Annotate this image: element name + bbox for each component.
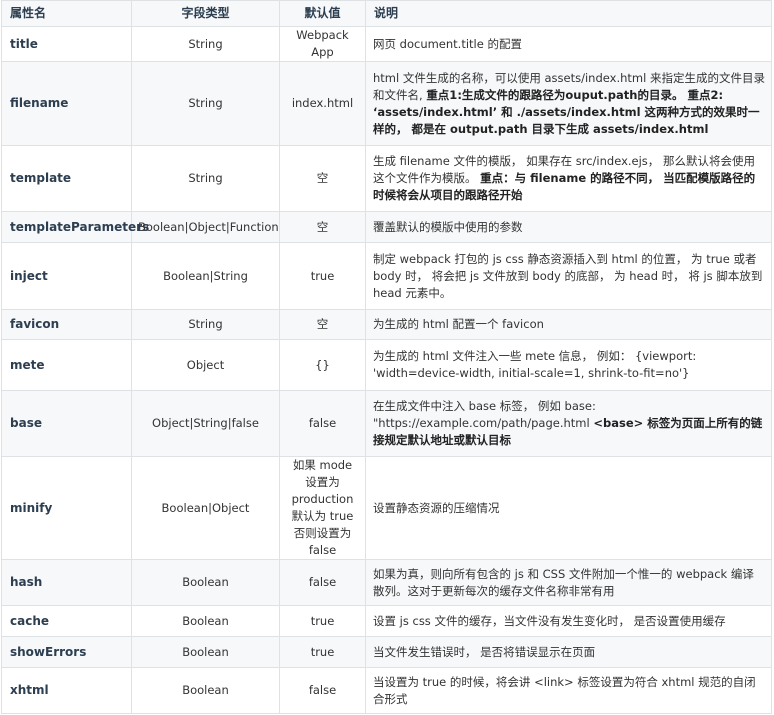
table-row: minify Boolean|Object 如果 mode 设置为 producti… (1, 456, 772, 560)
options-table: 属性名 字段类型 默认值 说明 title String Webpack App 网页… (1, 0, 772, 714)
header-attribute-name: 属性名 (1, 0, 132, 27)
header-description: 说明 (365, 0, 772, 27)
cell-field-type: Boolean (131, 559, 280, 606)
cell-field-type: String (131, 26, 280, 62)
description-text: 为生成的 html 文件注入一些 mete 信息， 例如： {viewport:… (373, 349, 697, 380)
cell-description: 制定 webpack 打包的 js css 静态资源插入到 html 的位置， … (365, 242, 772, 310)
cell-description: 设置静态资源的压缩情况 (365, 456, 772, 560)
description-text: 网页 document.title 的配置 (373, 36, 522, 51)
cell-attribute-name: base (1, 390, 132, 457)
header-field-type: 字段类型 (131, 0, 280, 27)
cell-default-value: true (279, 242, 366, 310)
cell-attribute-name: title (1, 26, 132, 62)
cell-default-value: false (279, 559, 366, 606)
description-text: 为生成的 html 配置一个 favicon (373, 317, 544, 331)
description-text: 覆盖默认的模版中使用的参数 (373, 219, 523, 234)
table-row: cache Boolean true 设置 js css 文件的缓存，当文件没有发生变… (1, 605, 772, 637)
cell-default-value: 空 (279, 211, 366, 243)
cell-default-value: false (279, 667, 366, 714)
cell-default-value: Webpack App (279, 26, 366, 62)
cell-field-type: String (131, 309, 280, 340)
cell-description: 在生成文件中注入 base 标签， 例如 base: "https://exam… (365, 390, 772, 457)
cell-default-value: false (279, 390, 366, 457)
table-row: favicon String 空为生成的 html 配置一个 favicon (1, 309, 772, 340)
table-row: showErrors Boolean true 当文件发生错误时， 是否将错误显示在页… (1, 636, 772, 668)
cell-field-type: Boolean (131, 667, 280, 714)
cell-attribute-name: cache (1, 605, 132, 637)
cell-description: html 文件生成的名称，可以使用 assets/index.html 来指定生… (365, 61, 772, 146)
table-row: inject Boolean|String true 制定 webpack 打包的 j… (1, 242, 772, 310)
table-row: mete Object{} 为生成的 html 文件注入一些 mete 信息， 例如… (1, 339, 772, 391)
header-default-value: 默认值 (279, 0, 366, 27)
cell-description: 生成 filename 文件的模版， 如果存在 src/index.ejs， 那… (365, 145, 772, 212)
description-text: 如果为真，则向所有包含的 js 和 CSS 文件附加一个惟一的 webpack … (373, 566, 754, 598)
cell-description: 网页 document.title 的配置 (365, 26, 772, 62)
table-row: templateParameters Boolean|Object|Functio… (1, 211, 772, 243)
cell-default-value: {} (279, 339, 366, 391)
cell-field-type: Object (131, 339, 280, 391)
table-row: base Object|String|false false 在生成文件中注入 bas… (1, 390, 772, 457)
description-text: 当设置为 true 的时候，将会讲 <link> 标签设置为符合 xhtml 规… (373, 674, 756, 706)
cell-description: 为生成的 html 文件注入一些 mete 信息， 例如： {viewport:… (365, 339, 772, 391)
cell-field-type: Boolean|Object (131, 456, 280, 560)
description-text: 在生成文件中注入 base 标签， 例如 base: "https://exam… (373, 399, 596, 430)
cell-description: 如果为真，则向所有包含的 js 和 CSS 文件附加一个惟一的 webpack … (365, 559, 772, 606)
cell-attribute-name: template (1, 145, 132, 212)
cell-description: 当文件发生错误时， 是否将错误显示在页面 (365, 636, 772, 668)
cell-default-value: true (279, 605, 366, 637)
cell-field-type: Boolean (131, 605, 280, 637)
cell-default-value: 如果 mode 设置为 production 默认为 true 否则设置为 fa… (279, 456, 366, 560)
table-body: title String Webpack App 网页 document.title … (1, 26, 772, 714)
description-text: 设置静态资源的压缩情况 (373, 500, 500, 515)
cell-field-type: Object|String|false (131, 390, 280, 457)
cell-attribute-name: mete (1, 339, 132, 391)
table-header-row: 属性名 字段类型 默认值 说明 (1, 0, 772, 27)
table-row: title String Webpack App 网页 document.title … (1, 26, 772, 62)
cell-attribute-name: hash (1, 559, 132, 606)
description-text: 制定 webpack 打包的 js css 静态资源插入到 html 的位置， … (373, 251, 763, 300)
cell-description: 设置 js css 文件的缓存，当文件没有发生变化时， 是否设置使用缓存 (365, 605, 772, 637)
cell-description: 覆盖默认的模版中使用的参数 (365, 211, 772, 243)
cell-attribute-name: favicon (1, 309, 132, 340)
table-row: filename String index.html html 文件生成的名称，可以使… (1, 61, 772, 146)
cell-field-type: Boolean|String (131, 242, 280, 310)
cell-attribute-name: inject (1, 242, 132, 310)
cell-default-value: 空 (279, 309, 366, 340)
cell-field-type: String (131, 145, 280, 212)
cell-attribute-name: filename (1, 61, 132, 146)
table-row: xhtml Boolean false 当设置为 true 的时候，将会讲 <link… (1, 667, 772, 714)
cell-attribute-name: minify (1, 456, 132, 560)
description-text: 当文件发生错误时， 是否将错误显示在页面 (373, 644, 596, 659)
cell-field-type: String (131, 61, 280, 146)
cell-attribute-name: templateParameters (1, 211, 149, 243)
cell-field-type: Boolean|Object|Function (131, 211, 280, 243)
cell-description: 当设置为 true 的时候，将会讲 <link> 标签设置为符合 xhtml 规… (365, 667, 772, 714)
cell-default-value: true (279, 636, 366, 668)
cell-default-value: 空 (279, 145, 366, 212)
cell-field-type: Boolean (131, 636, 280, 668)
cell-attribute-name: showErrors (1, 636, 132, 668)
table-row: hash Boolean false 如果为真，则向所有包含的 js 和 CSS 文件… (1, 559, 772, 606)
cell-attribute-name: xhtml (1, 667, 132, 714)
table-row: template String 空生成 filename 文件的模版， 如果存在 s… (1, 145, 772, 212)
cell-default-value: index.html (279, 61, 366, 146)
description-emphasis: 重点1:生成文件的跟路径为ouput.path的目录。 重点2: ‘assets… (373, 87, 760, 136)
cell-description: 为生成的 html 配置一个 favicon (365, 309, 772, 340)
description-text: 设置 js css 文件的缓存，当文件没有发生变化时， 是否设置使用缓存 (373, 613, 726, 628)
